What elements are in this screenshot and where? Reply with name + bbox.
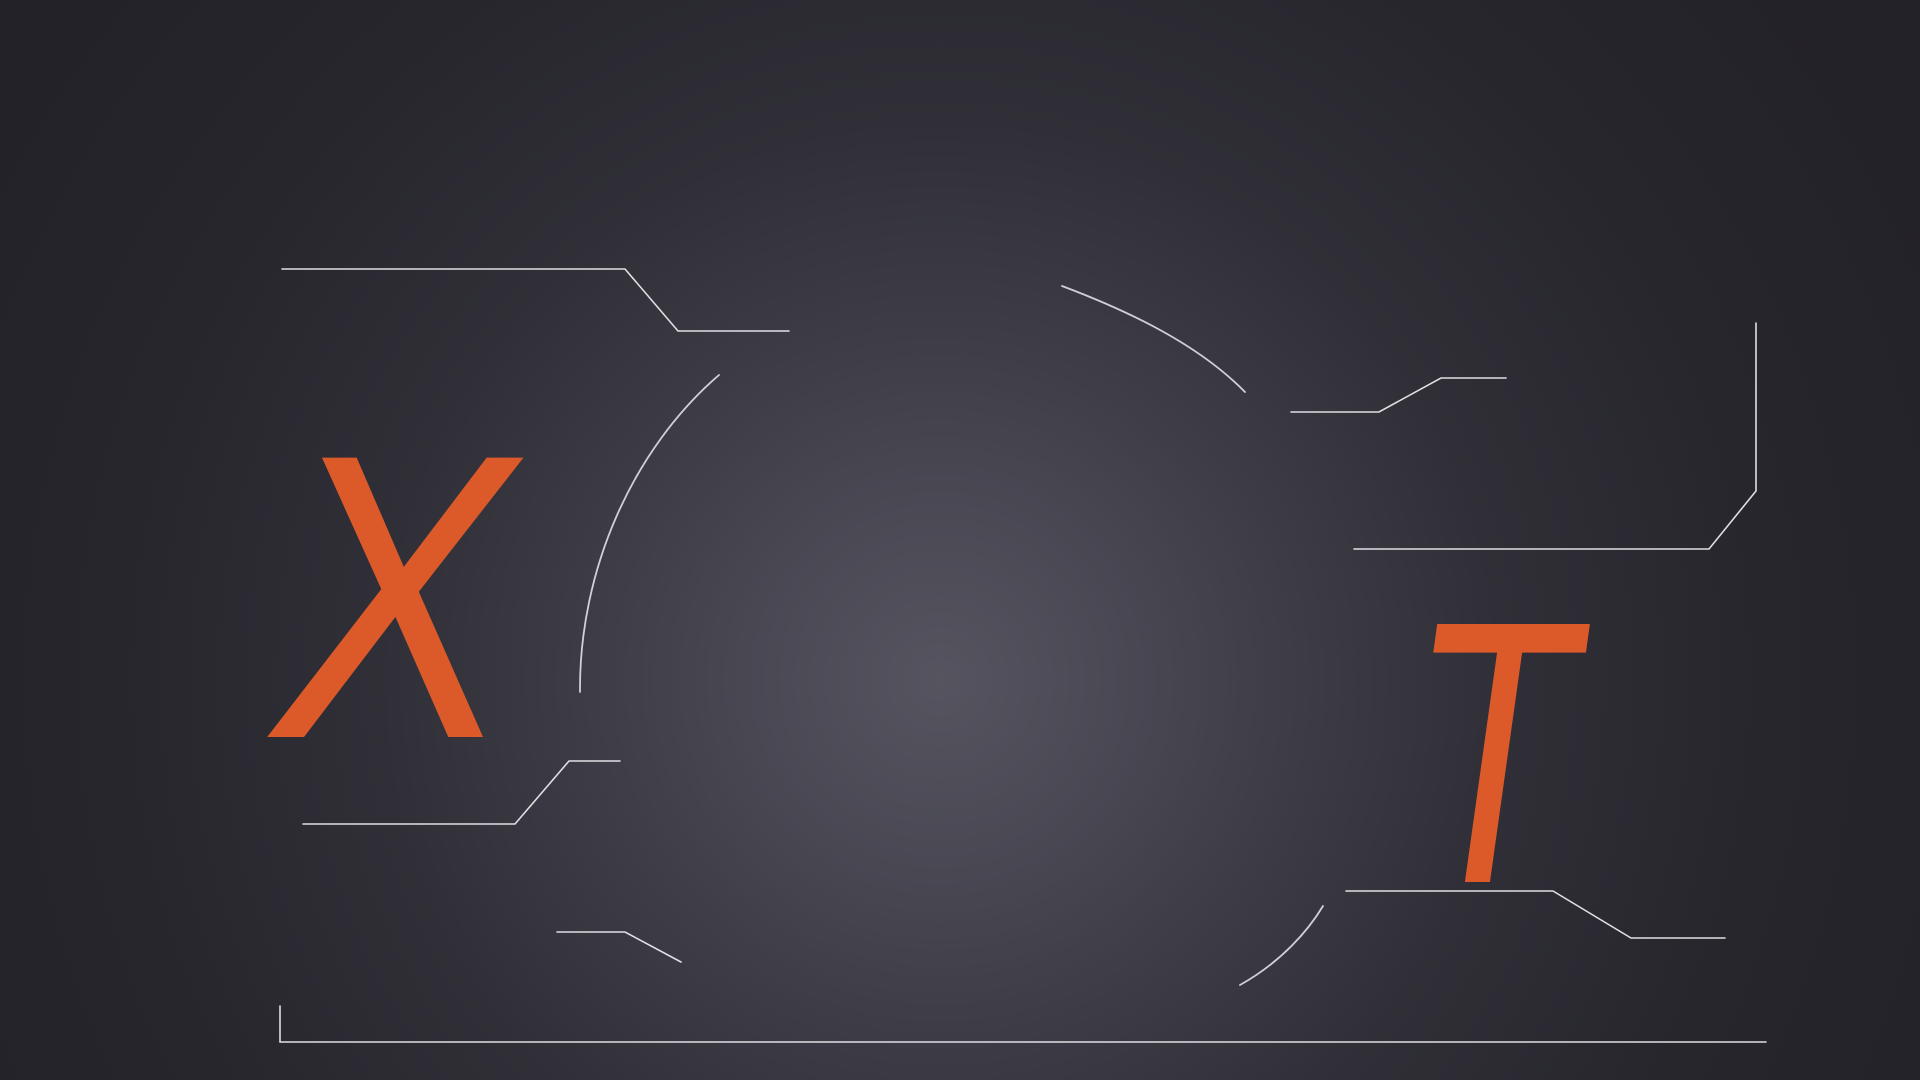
left-partial-arc bbox=[579, 374, 720, 693]
orange-letter-x: X bbox=[274, 370, 513, 824]
top-left-connector-line bbox=[281, 268, 790, 332]
upper-right-short-connector-line bbox=[1290, 377, 1507, 413]
bottom-right-partial-arc bbox=[1239, 905, 1324, 986]
bottom-frame-line bbox=[279, 1005, 1767, 1043]
right-bracket-connector-line bbox=[1353, 322, 1757, 550]
top-right-partial-arc bbox=[1061, 285, 1246, 393]
orange-letter-t: T bbox=[1409, 544, 1574, 962]
lower-left-short-connector-line bbox=[556, 931, 682, 963]
title-card-canvas: X T bbox=[0, 0, 1920, 1080]
